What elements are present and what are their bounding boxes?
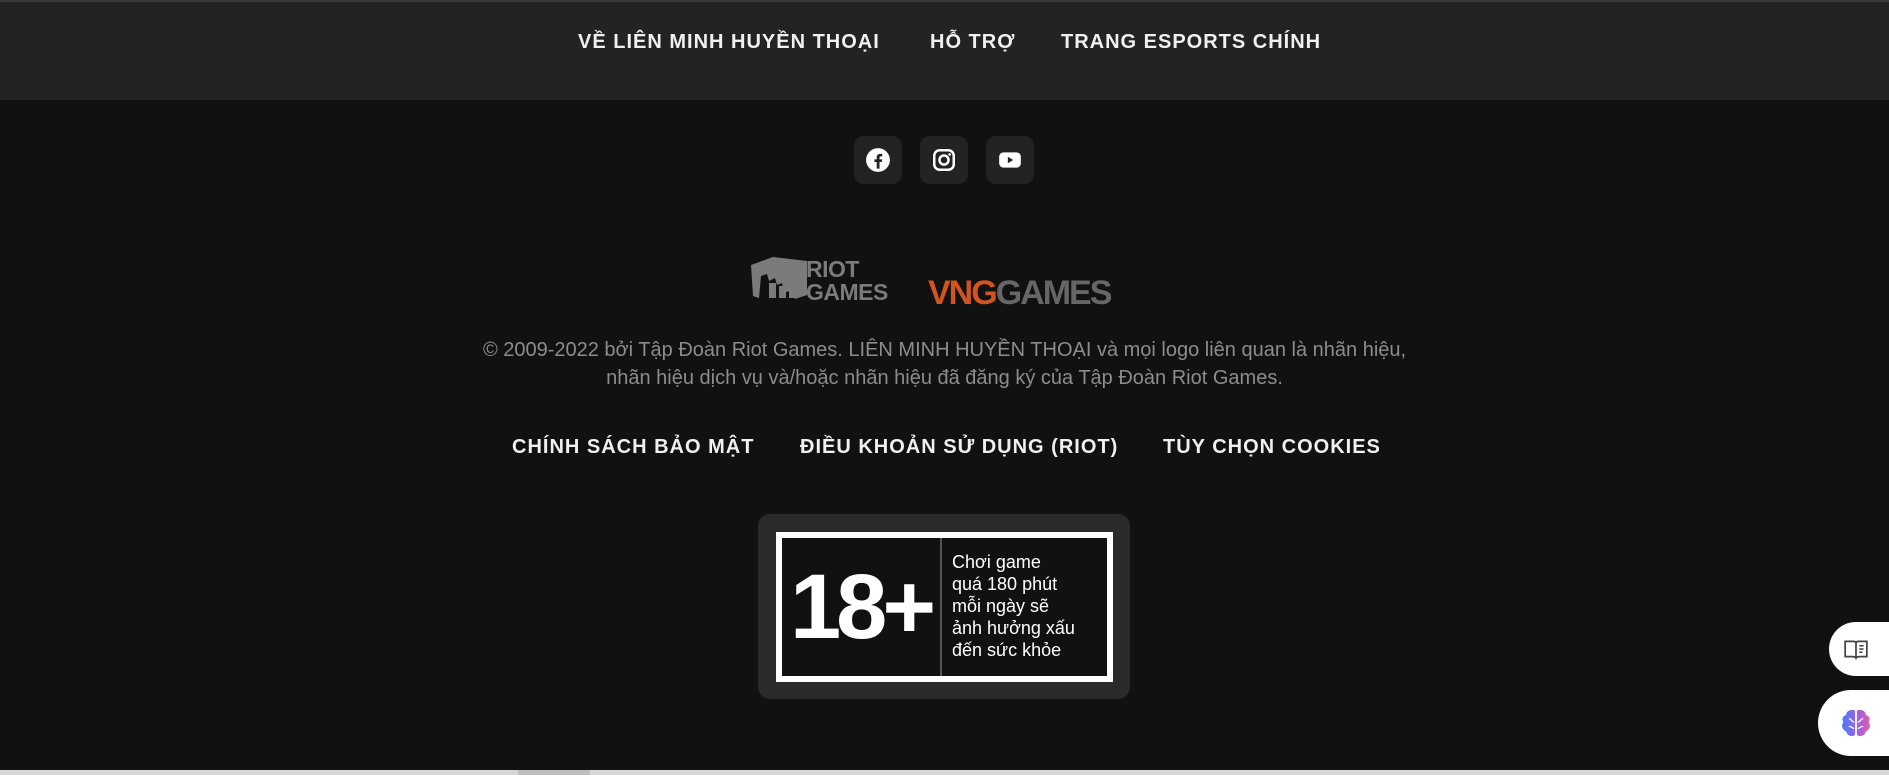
rating-divider	[940, 538, 942, 676]
copyright-line-2: nhãn hiệu dịch vụ và/hoặc nhãn hiệu đã đ…	[606, 367, 1283, 389]
brain-icon	[1842, 709, 1870, 737]
copyright-text: © 2009-2022 bởi Tập Đoàn Riot Games. LIÊ…	[0, 336, 1889, 392]
horizontal-scrollbar-thumb[interactable]	[518, 770, 590, 775]
warning-line: Chơi game	[952, 552, 1041, 572]
nav-about-lol[interactable]: VỀ LIÊN MINH HUYỀN THOẠI	[578, 31, 880, 54]
vng-games-logo: VNGGAMES	[928, 274, 1113, 313]
page-bottom-edge	[0, 770, 1889, 775]
ai-assistant-button[interactable]	[1818, 690, 1889, 756]
book-icon	[1844, 640, 1868, 660]
warning-line: đến sức khỏe	[952, 640, 1062, 660]
age-rating-badge: 18+ Chơi game quá 180 phút mỗi ngày sẽ ả…	[776, 532, 1113, 682]
reader-mode-button[interactable]	[1829, 622, 1889, 676]
age-rating-number: 18+	[790, 556, 936, 658]
vng-games-logo-text: GAMES	[995, 274, 1113, 312]
facebook-button[interactable]	[854, 136, 902, 184]
nav-support[interactable]: HỖ TRỢ	[930, 31, 1015, 54]
youtube-icon	[999, 152, 1021, 168]
facebook-icon	[866, 148, 890, 172]
terms-of-use-link[interactable]: ĐIỀU KHOẢN SỬ DỤNG (RIOT)	[800, 436, 1118, 459]
riot-logo-line2: GAMES	[806, 279, 888, 305]
vng-logo-part: VNG	[928, 274, 998, 312]
warning-line: ảnh hưởng xấu	[952, 618, 1075, 638]
warning-line: quá 180 phút	[952, 574, 1058, 594]
riot-logo-line1: RIOT	[806, 256, 859, 282]
instagram-icon	[933, 149, 955, 171]
age-rating-panel: 18+ Chơi game quá 180 phút mỗi ngày sẽ ả…	[758, 514, 1130, 699]
top-navigation: VỀ LIÊN MINH HUYỀN THOẠI HỖ TRỢ TRANG ES…	[0, 0, 1889, 100]
cookie-preferences-link[interactable]: TÙY CHỌN COOKIES	[1163, 436, 1381, 459]
privacy-policy-link[interactable]: CHÍNH SÁCH BẢO MẬT	[512, 436, 754, 459]
youtube-button[interactable]	[986, 136, 1034, 184]
nav-esports[interactable]: TRANG ESPORTS CHÍNH	[1061, 31, 1321, 54]
instagram-button[interactable]	[920, 136, 968, 184]
gaming-health-warning: Chơi game quá 180 phút mỗi ngày sẽ ảnh h…	[952, 551, 1102, 661]
copyright-line-1: © 2009-2022 bởi Tập Đoàn Riot Games. LIÊ…	[482, 339, 1407, 361]
warning-line: mỗi ngày sẽ	[952, 596, 1050, 616]
